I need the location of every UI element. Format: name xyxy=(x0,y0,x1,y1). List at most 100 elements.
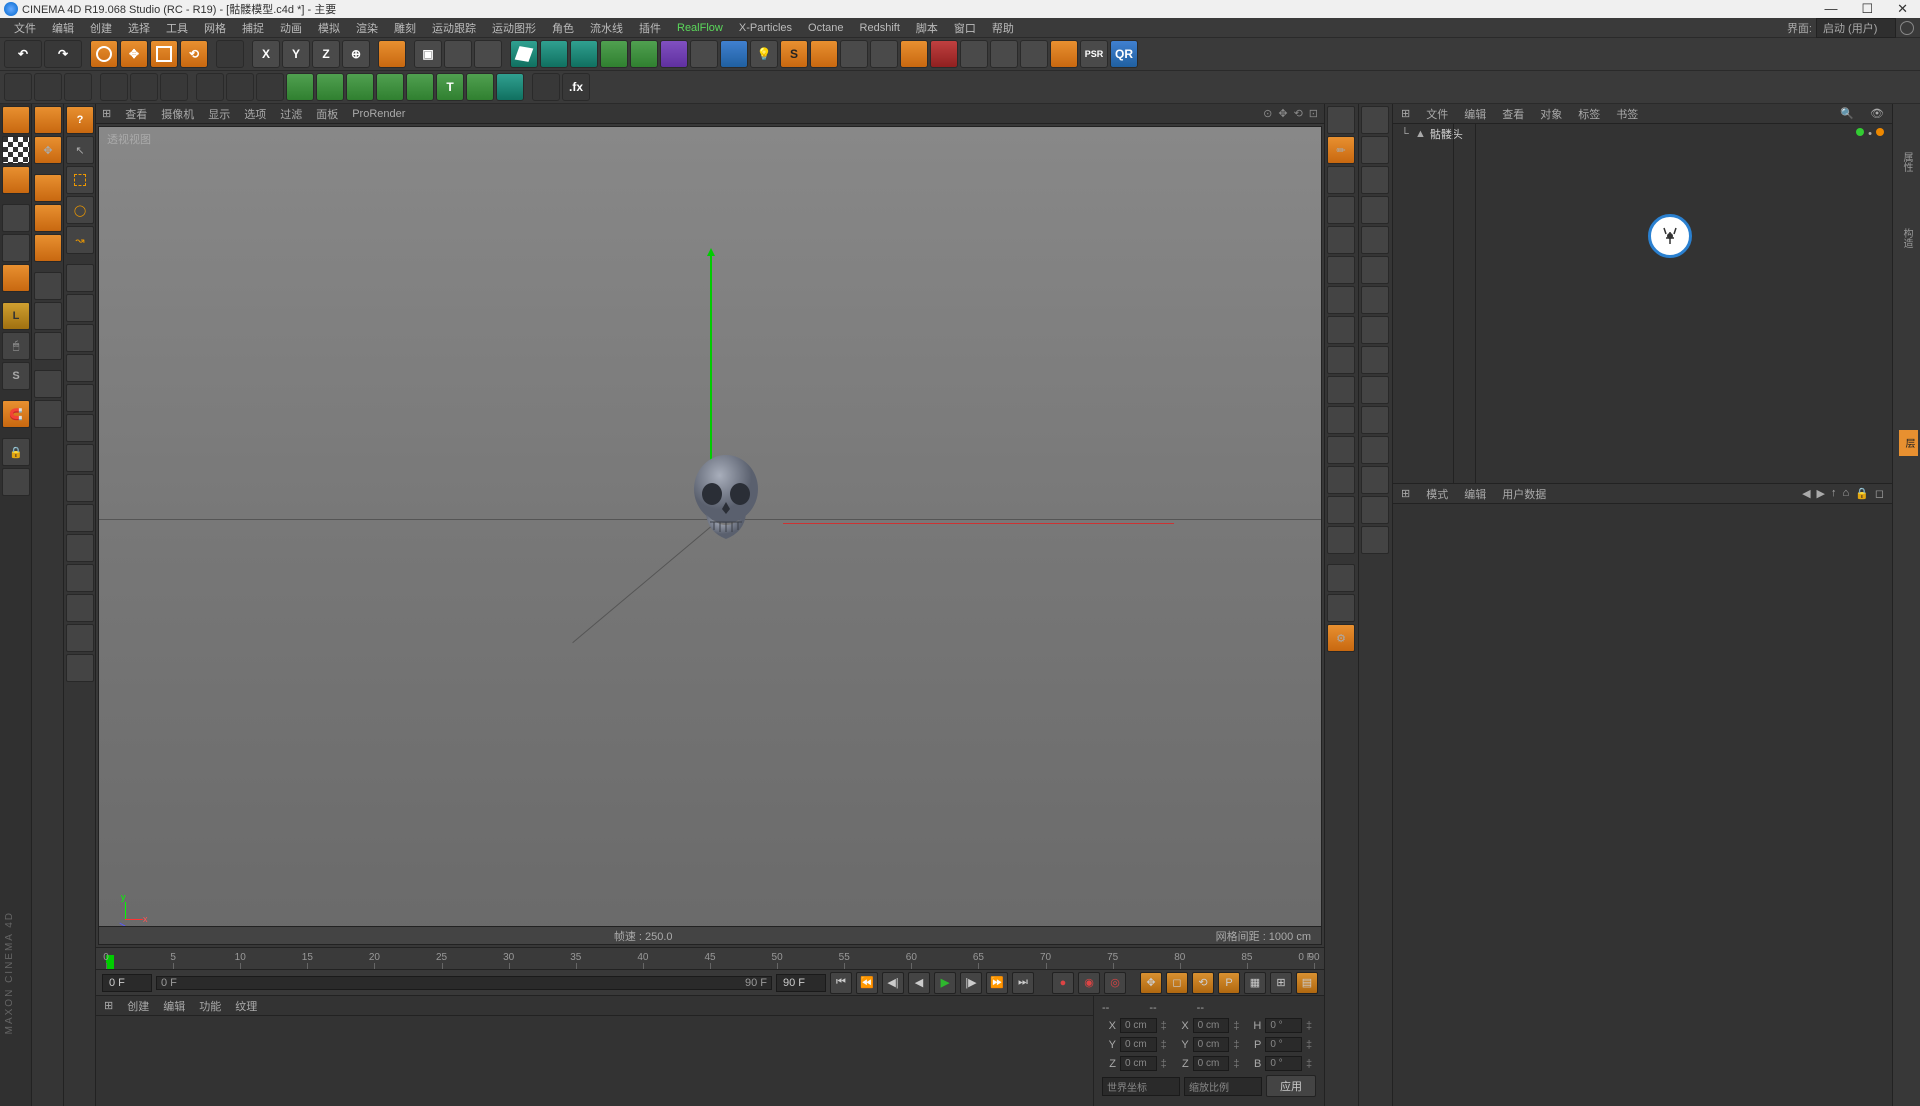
rt2-6[interactable] xyxy=(1361,256,1389,284)
selection-3[interactable] xyxy=(160,73,188,101)
menu-sculpt[interactable]: 雕刻 xyxy=(386,18,424,38)
skull-model[interactable] xyxy=(686,454,766,554)
rt2-5[interactable] xyxy=(1361,226,1389,254)
vm-view[interactable]: 查看 xyxy=(125,106,147,122)
current-frame-field[interactable]: 0 F xyxy=(102,974,152,992)
coord-p-rot[interactable]: 0 ° xyxy=(1265,1037,1302,1052)
uv-mode[interactable] xyxy=(34,302,62,330)
bl-tab-create[interactable]: 创建 xyxy=(127,998,149,1014)
point-mode[interactable] xyxy=(34,174,62,202)
pattern-7[interactable] xyxy=(66,444,94,472)
tool-red[interactable] xyxy=(930,40,958,68)
goto-next-key[interactable]: ⏩ xyxy=(986,972,1008,994)
lock-icon[interactable]: 🔒 xyxy=(2,438,30,466)
make-editable[interactable] xyxy=(378,40,406,68)
cube-primitive-icon[interactable] xyxy=(2,106,30,134)
redo-button[interactable]: ↷ xyxy=(44,40,82,68)
at-tab-edit[interactable]: 编辑 xyxy=(1464,486,1486,502)
environment[interactable] xyxy=(690,40,718,68)
coord-h-rot[interactable]: 0 ° xyxy=(1265,1018,1302,1033)
visibility-editor-dot[interactable] xyxy=(1856,128,1864,136)
camera[interactable] xyxy=(720,40,748,68)
rp-search-icon[interactable]: 🔍 xyxy=(1840,107,1854,120)
rt-tool-gear[interactable]: ⚙ xyxy=(1327,624,1355,652)
pattern-5[interactable] xyxy=(66,384,94,412)
at-home-icon[interactable]: ⌂ xyxy=(1843,487,1850,500)
rt2-2[interactable] xyxy=(1361,136,1389,164)
filter-1[interactable] xyxy=(4,73,32,101)
tool-fx[interactable]: .fx xyxy=(562,73,590,101)
menu-plugins[interactable]: 插件 xyxy=(631,18,669,38)
coord-z-size[interactable]: 0 cm xyxy=(1193,1056,1230,1071)
magnet-icon[interactable]: 🧲 xyxy=(2,400,30,428)
timeline-range-slider[interactable]: 0 F 90 F xyxy=(156,976,772,990)
rt2-7[interactable] xyxy=(1361,286,1389,314)
rt-tool-12[interactable] xyxy=(1327,436,1355,464)
rt-tool-17[interactable] xyxy=(1327,594,1355,622)
pattern-1[interactable] xyxy=(66,264,94,292)
cube-dark-2[interactable] xyxy=(2,234,30,262)
rt2-8[interactable] xyxy=(1361,316,1389,344)
spline-tool[interactable] xyxy=(570,40,598,68)
coord-apply-button[interactable]: 应用 xyxy=(1266,1075,1316,1097)
snap-toggle[interactable] xyxy=(256,73,284,101)
primitive-cube[interactable] xyxy=(510,40,538,68)
tool-misc-3[interactable] xyxy=(960,40,988,68)
menu-window[interactable]: 窗口 xyxy=(946,18,984,38)
mograph-fracture[interactable] xyxy=(376,73,404,101)
render-settings[interactable] xyxy=(474,40,502,68)
rt-tool-11[interactable] xyxy=(1327,406,1355,434)
axis-z-lock[interactable]: Z xyxy=(312,40,340,68)
pattern-9[interactable] xyxy=(66,504,94,532)
key-options[interactable]: ◎ xyxy=(1104,972,1126,994)
recent-tool[interactable] xyxy=(216,40,244,68)
coord-mode-dropdown[interactable]: 世界坐标 xyxy=(1102,1077,1180,1096)
coord-x-pos[interactable]: 0 cm xyxy=(1120,1018,1157,1033)
menu-octane[interactable]: Octane xyxy=(800,20,851,36)
menu-mesh[interactable]: 网格 xyxy=(196,18,234,38)
vtab-1[interactable]: 属性 xyxy=(1897,144,1916,180)
axis-l-icon[interactable]: L xyxy=(2,302,30,330)
vm-cameras[interactable]: 摄像机 xyxy=(161,106,194,122)
workplane-1[interactable] xyxy=(196,73,224,101)
rt2-11[interactable] xyxy=(1361,406,1389,434)
menu-simulate[interactable]: 模拟 xyxy=(310,18,348,38)
key-pos[interactable]: ✥ xyxy=(1140,972,1162,994)
rt-tool-9[interactable] xyxy=(1327,346,1355,374)
pattern-12[interactable] xyxy=(66,594,94,622)
misc-mode-1[interactable] xyxy=(34,370,62,398)
rt2-4[interactable] xyxy=(1361,196,1389,224)
object-mode[interactable]: ✥ xyxy=(34,136,62,164)
vm-nav-3[interactable]: ⟲ xyxy=(1294,107,1303,120)
menu-realflow[interactable]: RealFlow xyxy=(669,20,731,36)
workplane-mode[interactable] xyxy=(34,332,62,360)
tool-sim[interactable] xyxy=(532,73,560,101)
vm-nav-1[interactable]: ⊙ xyxy=(1263,107,1272,120)
rp-tab-file[interactable]: 文件 xyxy=(1426,106,1448,122)
key-param[interactable]: P xyxy=(1218,972,1240,994)
menu-motiontrack[interactable]: 运动跟踪 xyxy=(424,18,484,38)
mouse-icon[interactable]: 🖱 xyxy=(2,332,30,360)
tree-expand-icon[interactable]: └ xyxy=(1401,128,1411,140)
rt-brush[interactable]: ✏ xyxy=(1327,136,1355,164)
maximize-button[interactable]: ☐ xyxy=(1861,1,1873,17)
rotate-tool[interactable]: ⟲ xyxy=(180,40,208,68)
object-manager[interactable]: └ ▲ 骷髅头 • xyxy=(1393,124,1892,484)
axis-y-lock[interactable]: Y xyxy=(282,40,310,68)
goto-start[interactable]: ⏮ xyxy=(830,972,852,994)
menu-snap[interactable]: 捕捉 xyxy=(234,18,272,38)
rt-tool-14[interactable] xyxy=(1327,496,1355,524)
rt2-13[interactable] xyxy=(1361,466,1389,494)
poly-select[interactable]: ↝ xyxy=(66,226,94,254)
mograph-clone2[interactable] xyxy=(466,73,494,101)
timeline-ruler[interactable]: 0510152025303540455055606570758085900 F xyxy=(96,948,1324,970)
rt2-15[interactable] xyxy=(1361,526,1389,554)
tool-orange-1[interactable] xyxy=(810,40,838,68)
coord-x-size[interactable]: 0 cm xyxy=(1193,1018,1230,1033)
undo-button[interactable]: ↶ xyxy=(4,40,42,68)
menu-animate[interactable]: 动画 xyxy=(272,18,310,38)
at-nav-back[interactable]: ◀ xyxy=(1802,487,1810,500)
workplane-2[interactable] xyxy=(226,73,254,101)
light[interactable]: 💡 xyxy=(750,40,778,68)
at-tab-userdata[interactable]: 用户数据 xyxy=(1502,486,1546,502)
